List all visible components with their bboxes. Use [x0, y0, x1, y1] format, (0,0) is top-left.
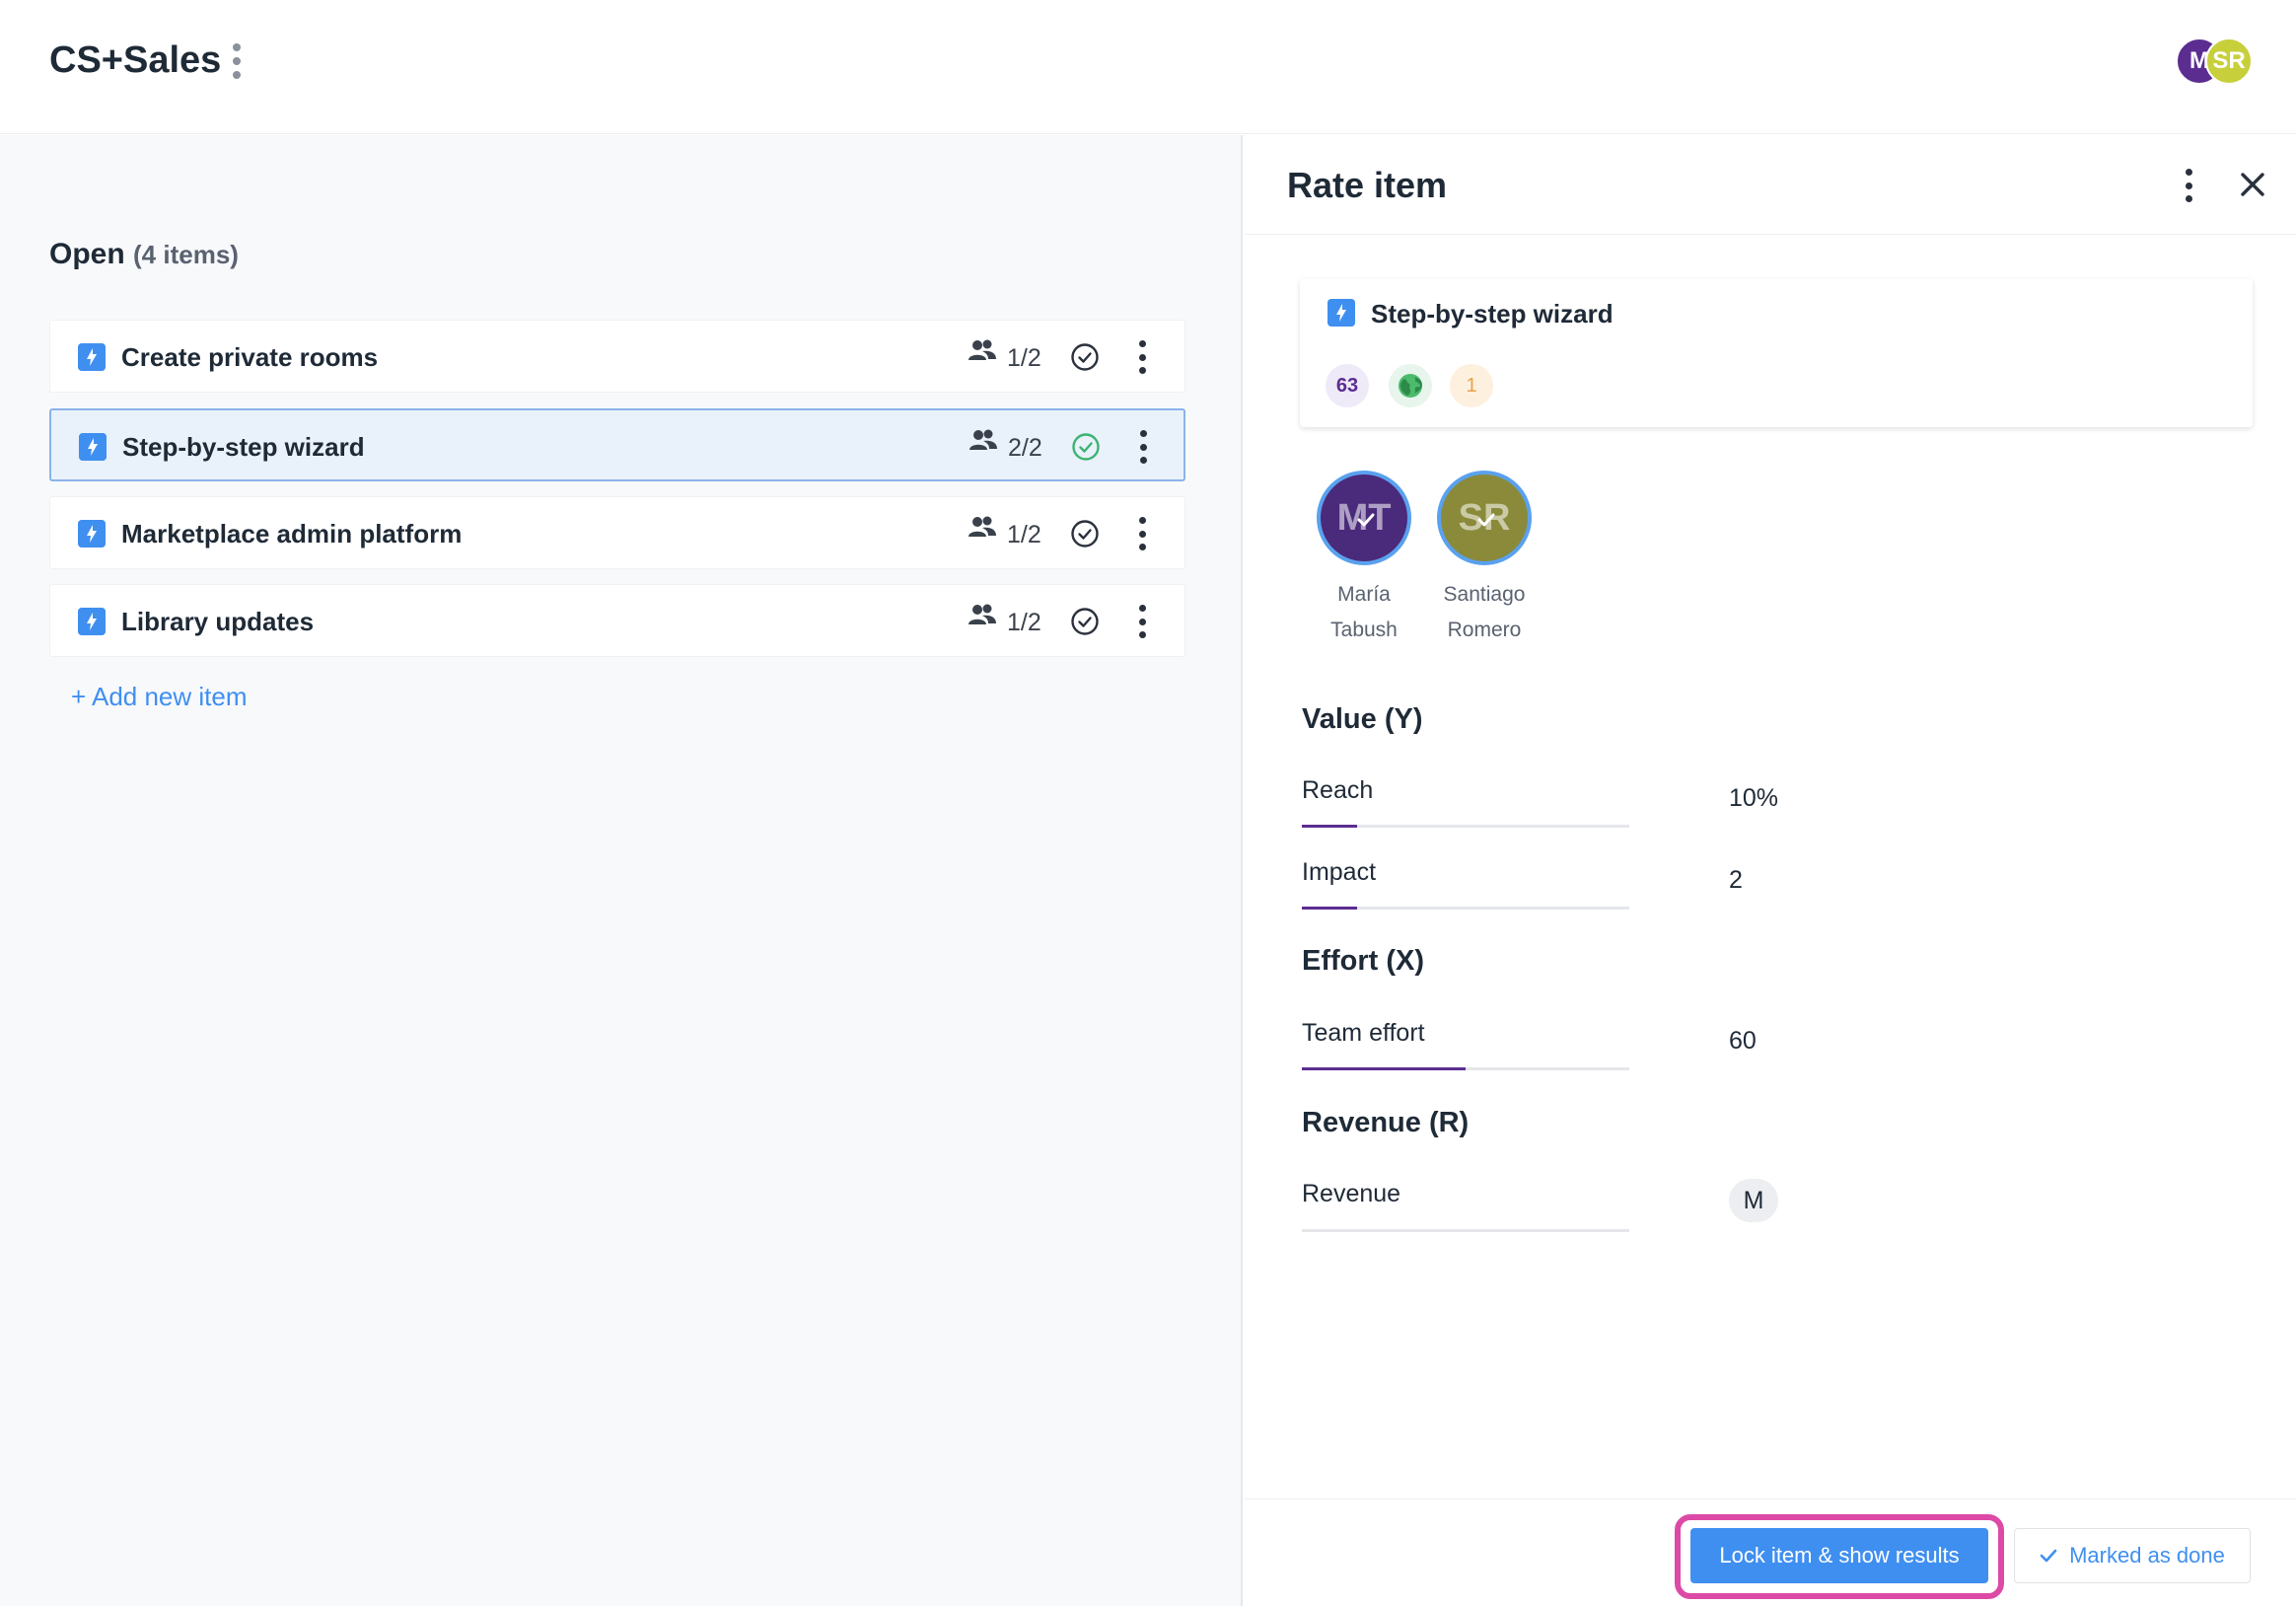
check-circle-icon[interactable]: [1070, 607, 1100, 636]
check-circle-icon[interactable]: [1071, 432, 1101, 462]
reach-slider-fill: [1302, 825, 1358, 828]
avatar: SR: [1437, 471, 1532, 565]
check-icon: [1477, 513, 1495, 527]
rater-first-name: María: [1337, 583, 1391, 606]
lock-item-button[interactable]: Lock item & show results: [1690, 1528, 1988, 1583]
impact-slider[interactable]: [1302, 907, 1629, 910]
revenue-group-heading: Revenue (R): [1302, 1107, 1470, 1138]
revenue-label: Revenue: [1302, 1180, 1401, 1207]
rater-first-name: Santiago: [1443, 583, 1526, 606]
rater-maria[interactable]: MT María Tabush: [1310, 471, 1418, 648]
marked-as-done-label: Marked as done: [2069, 1543, 2225, 1568]
globe-badge: [1389, 364, 1432, 407]
lightning-icon: [79, 433, 107, 461]
revenue-divider: [1302, 1229, 1629, 1232]
impact-value: 2: [1729, 866, 1743, 894]
reach-label: Reach: [1302, 776, 1374, 804]
check-circle-icon[interactable]: [1070, 519, 1100, 548]
item-menu-icon[interactable]: [1138, 430, 1148, 464]
lightning-icon: [78, 520, 106, 548]
add-new-item-link[interactable]: + Add new item: [71, 682, 248, 712]
section-count: (4 items): [133, 240, 239, 269]
item-title: Library updates: [121, 607, 315, 636]
list-item[interactable]: Step-by-step wizard 2/2: [49, 408, 1185, 481]
team-effort-value: 60: [1729, 1027, 1757, 1055]
avatar: MT: [1317, 471, 1411, 565]
divider: [1245, 1498, 2296, 1499]
avatar: SR: [2205, 37, 2253, 85]
impact-label: Impact: [1302, 858, 1377, 886]
team-effort-label: Team effort: [1302, 1019, 1425, 1047]
check-icon: [2040, 1549, 2057, 1563]
lightning-icon: [78, 343, 106, 371]
list-item[interactable]: Library updates 1/2: [49, 584, 1185, 657]
rater-name: María Tabush: [1310, 577, 1418, 648]
raters-icon: [969, 516, 996, 537]
value-group-heading: Value (Y): [1302, 703, 1423, 735]
check-icon: [1357, 513, 1375, 527]
rate-item-panel: Rate item Step-by-step wizard 63 1 MT Ma…: [1245, 135, 2296, 1606]
raters-count: 2/2: [1008, 434, 1042, 462]
raters-icon: [969, 604, 996, 624]
revenue-size-chip[interactable]: M: [1729, 1179, 1778, 1222]
reach-slider[interactable]: [1302, 825, 1629, 828]
raters-count: 1/2: [1007, 344, 1041, 372]
item-menu-icon[interactable]: [1137, 605, 1147, 638]
item-title: Create private rooms: [121, 342, 379, 372]
rater-last-name: Romero: [1447, 619, 1522, 641]
lightning-icon: [1327, 299, 1355, 327]
item-menu-icon[interactable]: [1137, 517, 1147, 550]
panel-title: Rate item: [1287, 165, 1448, 205]
impact-slider-fill: [1302, 907, 1358, 910]
count-badge: 1: [1450, 364, 1493, 407]
raters-count: 1/2: [1007, 609, 1041, 636]
effort-group-heading: Effort (X): [1302, 945, 1425, 977]
list-item[interactable]: Create private rooms 1/2: [49, 320, 1185, 393]
check-circle-icon[interactable]: [1070, 342, 1100, 372]
raters-icon: [969, 429, 997, 450]
section-title: Open: [49, 238, 125, 270]
reach-value: 10%: [1729, 784, 1779, 812]
rater-name: Santiago Romero: [1430, 577, 1539, 648]
top-bar: CS+Sales M SR: [0, 0, 2296, 134]
item-summary-card: Step-by-step wizard 63 1: [1300, 279, 2253, 427]
marked-as-done-button[interactable]: Marked as done: [2014, 1528, 2251, 1583]
card-title: Step-by-step wizard: [1371, 299, 1614, 328]
close-icon[interactable]: [2237, 169, 2268, 200]
rater-santiago[interactable]: SR Santiago Romero: [1430, 471, 1539, 648]
items-list-panel: Open (4 items) Create private rooms 1/2 …: [0, 135, 1243, 1606]
lightning-icon: [78, 608, 106, 635]
globe-icon: [1399, 374, 1422, 398]
score-badge: 63: [1326, 364, 1369, 407]
list-item[interactable]: Marketplace admin platform 1/2: [49, 496, 1185, 569]
panel-menu-icon[interactable]: [2184, 169, 2193, 202]
board-menu-icon[interactable]: [227, 43, 247, 79]
section-heading: Open (4 items): [49, 238, 239, 271]
team-effort-slider-fill: [1302, 1067, 1466, 1070]
divider: [1245, 234, 2296, 235]
board-title: CS+Sales: [49, 39, 222, 81]
item-menu-icon[interactable]: [1137, 340, 1147, 374]
item-title: Step-by-step wizard: [122, 432, 365, 462]
item-title: Marketplace admin platform: [121, 519, 463, 548]
participants-avatars[interactable]: M SR: [2176, 37, 2255, 85]
raters-count: 1/2: [1007, 521, 1041, 548]
team-effort-slider[interactable]: [1302, 1067, 1629, 1070]
rater-last-name: Tabush: [1330, 619, 1398, 641]
raters-icon: [969, 339, 996, 360]
